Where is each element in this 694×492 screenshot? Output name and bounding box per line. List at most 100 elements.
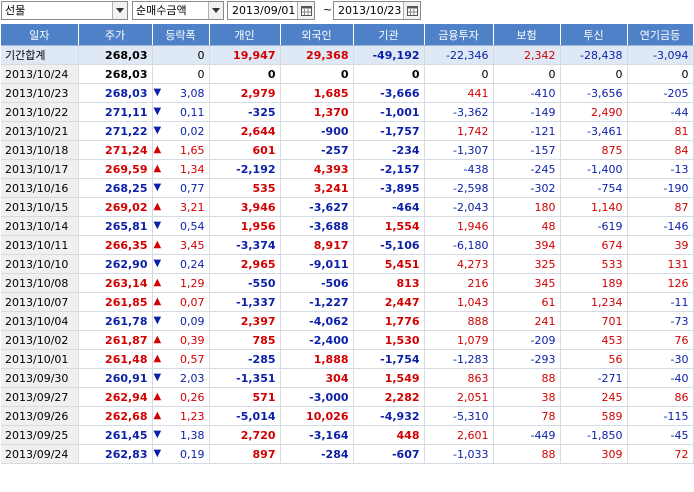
- row-insurance: 88: [493, 368, 561, 388]
- row-price: 261,78: [78, 311, 153, 331]
- row-trust: 245: [560, 387, 628, 407]
- row-trust: -3,656: [560, 83, 628, 103]
- row-change-value: 0,19: [180, 447, 205, 461]
- row-individual: -5,014: [209, 406, 281, 426]
- up-triangle-icon: ▲: [153, 296, 162, 307]
- row-fin-invest: -3,362: [424, 102, 494, 122]
- table-row[interactable]: 2013/09/26 262,68 ▲ 1,23 -5,014 10,026 -4,932-…: [1, 406, 694, 426]
- row-foreign: -900: [280, 121, 354, 141]
- row-change: ▼ 0,11: [152, 102, 210, 122]
- column-header-date[interactable]: 일자: [1, 24, 79, 46]
- column-header-individual[interactable]: 개인: [209, 24, 281, 46]
- row-change-value: 1,29: [180, 276, 205, 290]
- row-individual: 897: [209, 444, 281, 464]
- row-change: ▼ 0,19: [152, 444, 210, 464]
- row-foreign: -3,000: [280, 387, 354, 407]
- column-header-fin-invest[interactable]: 금융투자: [424, 24, 494, 46]
- row-pension: -190: [627, 178, 694, 198]
- column-header-foreign[interactable]: 외국인: [280, 24, 354, 46]
- summary-row[interactable]: 기간합계 268,03 0 19,947 29,368 -49,192 -22,…: [1, 45, 694, 65]
- table-row[interactable]: 2013/10/01 261,48 ▲ 0,57 -285 1,888 -1,754 -1,2…: [1, 349, 694, 369]
- table-row[interactable]: 2013/10/10 262,90 ▼ 0,24 2,965 -9,011 5,451 4,2…: [1, 254, 694, 274]
- table-row[interactable]: 2013/10/18 271,24 ▲ 1,65 601 -257 -234 -1,307 -1…: [1, 140, 694, 160]
- metric-select-value: 순매수금액: [136, 4, 187, 17]
- column-header-insurance[interactable]: 보험: [493, 24, 561, 46]
- column-header-institution[interactable]: 기관: [353, 24, 425, 46]
- row-change: ▲ 1,23: [152, 406, 210, 426]
- chevron-down-icon: [116, 8, 124, 13]
- row-change-value: 0,11: [180, 105, 205, 119]
- row-change-value: 0,07: [180, 295, 205, 309]
- row-change-value: 3,45: [180, 238, 205, 252]
- row-individual: -3,374: [209, 235, 281, 255]
- metric-dropdown-button[interactable]: [208, 2, 223, 19]
- row-foreign: -506: [280, 273, 354, 293]
- row-price: 260,91: [78, 368, 153, 388]
- row-price: 268,03: [78, 83, 153, 103]
- row-price: 265,81: [78, 216, 153, 236]
- row-date: 2013/09/24: [1, 444, 79, 464]
- table-row[interactable]: 2013/10/16 268,25 ▼ 0,77 535 3,241 -3,895 -2,59…: [1, 178, 694, 198]
- row-price: 262,68: [78, 406, 153, 426]
- table-row[interactable]: 2013/10/22 271,11 ▼ 0,11 -325 1,370 -1,001 -3,3…: [1, 102, 694, 122]
- date-from-calendar-button[interactable]: [297, 2, 314, 19]
- table-row[interactable]: 2013/10/24 268,03 0 0 0 0 0 0 0 0: [1, 64, 694, 84]
- market-select[interactable]: 선물: [1, 1, 128, 20]
- up-triangle-icon: ▲: [153, 353, 162, 364]
- column-header-change[interactable]: 등락폭: [152, 24, 210, 46]
- table-row[interactable]: 2013/09/27 262,94 ▲ 0,26 571 -3,000 2,282 2,051…: [1, 387, 694, 407]
- row-institution: -4,932: [353, 406, 425, 426]
- row-insurance: 38: [493, 387, 561, 407]
- market-dropdown-button[interactable]: [112, 2, 127, 19]
- row-pension: 76: [627, 330, 694, 350]
- row-individual: -550: [209, 273, 281, 293]
- metric-select[interactable]: 순매수금액: [132, 1, 224, 20]
- down-triangle-icon: ▼: [153, 220, 162, 231]
- date-to-field[interactable]: 2013/10/23: [333, 1, 421, 20]
- table-row[interactable]: 2013/10/02 261,87 ▲ 0,39 785 -2,400 1,530 1,079…: [1, 330, 694, 350]
- table-row[interactable]: 2013/10/08 263,14 ▲ 1,29 -550 -506 813 216 345 18…: [1, 273, 694, 293]
- row-pension: 84: [627, 140, 694, 160]
- row-change-value: 0: [197, 67, 205, 81]
- table-row[interactable]: 2013/09/30 260,91 ▼ 2,03 -1,351 304 1,549 863 88…: [1, 368, 694, 388]
- row-price: 271,11: [78, 102, 153, 122]
- date-to-calendar-button[interactable]: [403, 2, 420, 19]
- table-row[interactable]: 2013/10/04 261,78 ▼ 0,09 2,397 -4,062 1,776 888…: [1, 311, 694, 331]
- row-trust: 875: [560, 140, 628, 160]
- table-row[interactable]: 2013/10/21 271,22 ▼ 0,02 2,644 -900 -1,757 1,74…: [1, 121, 694, 141]
- row-fin-invest: 1,946: [424, 216, 494, 236]
- row-fin-invest: 216: [424, 273, 494, 293]
- table-row[interactable]: 2013/10/15 269,02 ▲ 3,21 3,946 -3,627 -464 -2,0…: [1, 197, 694, 217]
- table-row[interactable]: 2013/09/24 262,83 ▼ 0,19 897 -284 -607 -1,033 88…: [1, 444, 694, 464]
- down-triangle-icon: ▼: [153, 258, 162, 269]
- row-price: 262,83: [78, 444, 153, 464]
- up-triangle-icon: ▲: [153, 144, 162, 155]
- row-foreign: 10,026: [280, 406, 354, 426]
- table-row[interactable]: 2013/10/14 265,81 ▼ 0,54 1,956 -3,688 1,554 1,9…: [1, 216, 694, 236]
- row-pension: -40: [627, 368, 694, 388]
- row-fin-invest: -1,307: [424, 140, 494, 160]
- row-institution: 1,530: [353, 330, 425, 350]
- table-row[interactable]: 2013/10/17 269,59 ▲ 1,34 -2,192 4,393 -2,157 -4…: [1, 159, 694, 179]
- row-price: 261,87: [78, 330, 153, 350]
- row-individual: -2,192: [209, 159, 281, 179]
- table-row[interactable]: 2013/10/23 268,03 ▼ 3,08 2,979 1,685 -3,666 441…: [1, 83, 694, 103]
- row-date: 2013/10/22: [1, 102, 79, 122]
- table-row[interactable]: 2013/10/07 261,85 ▲ 0,07 -1,337 -1,227 2,447 1,…: [1, 292, 694, 312]
- column-header-pension[interactable]: 연기금등: [627, 24, 694, 46]
- up-triangle-icon: ▲: [153, 410, 162, 421]
- row-date: 2013/10/23: [1, 83, 79, 103]
- row-date: 2013/10/01: [1, 349, 79, 369]
- down-triangle-icon: ▼: [153, 87, 162, 98]
- row-date: 2013/10/02: [1, 330, 79, 350]
- date-from-field[interactable]: 2013/09/01: [227, 1, 315, 20]
- column-header-trust[interactable]: 투신: [560, 24, 628, 46]
- row-change: 0: [152, 64, 210, 84]
- table-row[interactable]: 2013/10/11 266,35 ▲ 3,45 -3,374 8,917 -5,106 -6…: [1, 235, 694, 255]
- column-header-price[interactable]: 주가: [78, 24, 153, 46]
- table-row[interactable]: 2013/09/25 261,45 ▼ 1,38 2,720 -3,164 448 2,601…: [1, 425, 694, 445]
- row-pension: 39: [627, 235, 694, 255]
- row-trust: -1,400: [560, 159, 628, 179]
- row-date: 2013/10/24: [1, 64, 79, 84]
- row-change-value: 0,39: [180, 333, 205, 347]
